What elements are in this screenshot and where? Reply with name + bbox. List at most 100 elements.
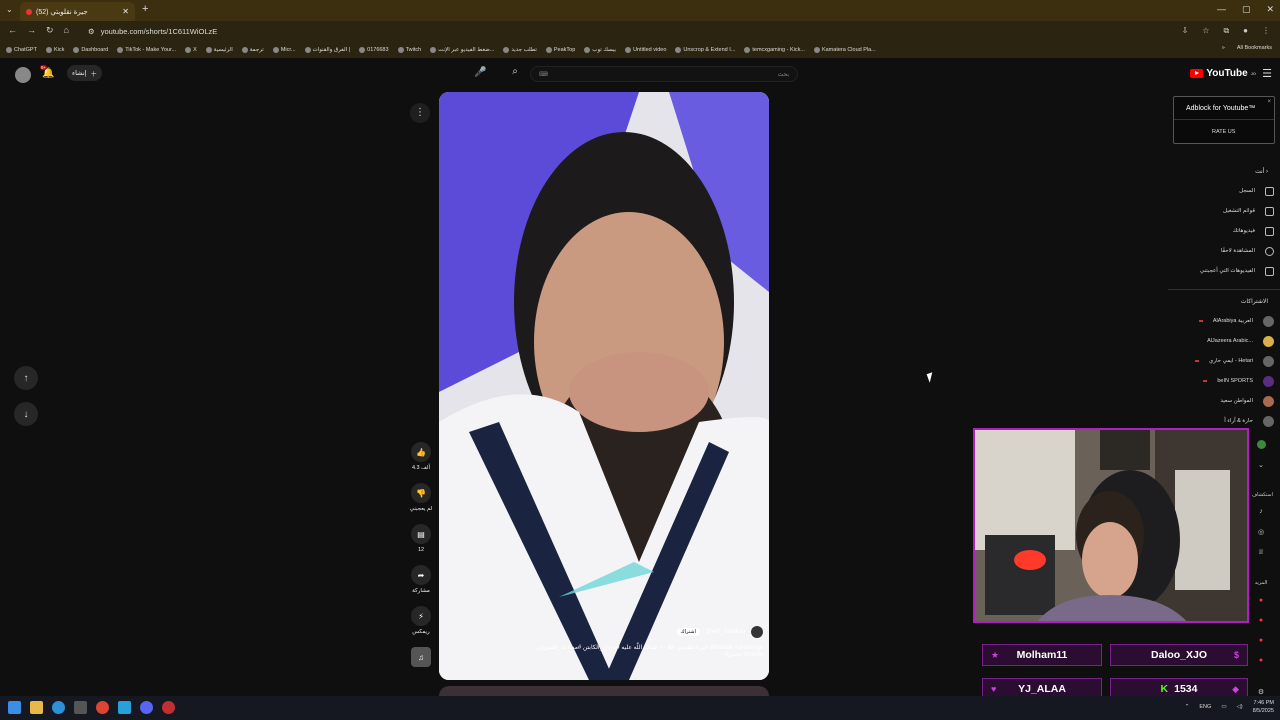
create-button[interactable]: إنشاء ＋ [67,65,102,81]
sidebar-sub-green-avatar[interactable] [1252,440,1270,451]
bookmark-item[interactable]: Dashboard [73,47,108,53]
comments-icon[interactable]: ▤ [411,524,431,544]
bookmark-item[interactable]: X [185,47,197,53]
channel-handle[interactable]: @AR_Shaikso [706,629,745,635]
bookmark-item[interactable]: Unscrop & Extend I... [675,47,735,53]
sidebar-item-your-videos[interactable]: فيديوهاتك [1168,221,1280,241]
bookmark-star-icon[interactable]: ☆ [1202,26,1209,36]
profile-icon[interactable]: ● [1243,26,1248,36]
bookmark-item[interactable]: ChatGPT [6,47,37,53]
short-hashtags[interactable]: #تحدي #shorts [528,651,763,658]
short-video-player[interactable] [439,92,769,680]
youtube-premium-icon[interactable]: ● [1252,597,1270,604]
gaming-icon[interactable]: ◎ [1252,528,1270,536]
sidebar-sub-1[interactable]: AlJazeera Arabic... [1168,331,1280,351]
subscribe-button[interactable]: اشتراك [676,628,700,636]
account-avatar[interactable] [15,67,31,83]
bookmark-item[interactable]: TikTok - Make Your... [117,47,176,53]
obs-icon[interactable] [162,701,175,714]
bookmarks-overflow-icon[interactable]: » [1222,45,1225,51]
store-icon[interactable] [74,701,87,714]
all-bookmarks-link[interactable]: All Bookmarks [1237,45,1272,51]
bookmark-item[interactable]: Kick [45,47,64,53]
sidebar-sub-0[interactable]: AlArabiya العربية [1168,311,1280,331]
close-window-icon[interactable]: ✕ [1266,4,1274,15]
sidebar-sub-4[interactable]: المواطن سعيد [1168,391,1280,411]
chrome-icon[interactable] [96,701,109,714]
home-icon[interactable]: ⌂ [64,25,69,36]
reload-icon[interactable]: ↻ [46,25,54,36]
file-explorer-icon[interactable] [30,701,43,714]
forward-icon[interactable]: → [27,25,36,36]
bookmark-item[interactable]: ضغط الفيديو عبر الإنت... [430,47,494,53]
voice-search-icon[interactable]: 🎤 [474,67,486,78]
search-icon[interactable]: ⌕ [504,66,526,82]
bookmark-item[interactable]: Untitled video [625,47,666,53]
volume-icon[interactable]: ◁) [1237,704,1243,710]
tab-search-icon[interactable]: ⌄ [6,5,13,14]
sidebar-item-watch-later[interactable]: المشاهدة لاحقًا [1168,241,1280,261]
new-tab-icon[interactable]: + [142,3,148,15]
bookmark-item[interactable]: 0176683 [359,47,389,53]
youtube-kids-icon[interactable]: ● [1252,657,1270,664]
search-input[interactable]: ⌨ بحث [530,66,798,82]
sidebar-item-playlists[interactable]: قوائم التشغيل [1168,201,1280,221]
bookmark-item[interactable]: temcxgaming - Kick... [744,47,805,53]
bookmark-item[interactable]: Twitch [397,47,421,53]
sidebar-item-liked[interactable]: الفيديوهات التي أعجبتني [1168,261,1280,281]
url-field[interactable]: ⚙ youtube.com/shorts/1C611WiOLzE [82,24,1162,39]
bookmark-item[interactable]: Kamatera Cloud Pla... [813,47,876,53]
language-indicator[interactable]: ENG [1199,704,1211,710]
tray-overflow-icon[interactable]: ⌃ [1185,704,1190,710]
remix-icon[interactable]: ⚡ [411,606,431,626]
youtube-logo[interactable]: YouTube JO [1190,68,1256,79]
youtube-studio-icon[interactable]: ● [1252,617,1270,624]
sidebar-sub-3[interactable]: beIN SPORTS [1168,371,1280,391]
guide-menu-icon[interactable]: ☰ [1262,67,1272,80]
bookmark-item[interactable]: بيسك توب [584,47,616,53]
bookmark-item[interactable]: PeakTop [545,47,575,53]
tab-close-icon[interactable]: ✕ [122,7,129,16]
sidebar-item-history[interactable]: السجل [1168,181,1280,201]
site-info-icon[interactable]: ⚙ [88,27,95,36]
edge-icon[interactable] [52,701,65,714]
you-section-header[interactable]: أنت › [1168,168,1280,175]
browser-tab-active[interactable]: جيرة نقلوبتي (52) ✕ [20,2,135,21]
settings-gear-icon[interactable]: ⚙ [1252,688,1270,696]
sound-thumbnail-icon[interactable]: ♫ [411,647,431,667]
dislike-icon[interactable]: 👎 [411,483,431,503]
network-icon[interactable]: ▭ [1221,704,1226,710]
browser-menu-icon[interactable]: ⋮ [1262,26,1270,36]
next-short-button[interactable]: ↓ [14,402,38,426]
app-icon[interactable] [118,701,131,714]
bookmark-item[interactable]: ترجمة [241,47,264,53]
channel-avatar[interactable] [751,626,763,638]
bookmark-item[interactable]: Micr... [272,47,296,53]
bookmark-item[interactable]: الفرق والقنوات | [304,47,350,53]
trophy-icon[interactable]: ♕ [1252,548,1270,556]
notifications-bell-icon[interactable]: 🔔 9+ [40,65,54,80]
subscriptions-header[interactable]: الاشتراكات [1168,298,1280,305]
show-more-chevron-icon[interactable]: ⌄ [1252,461,1270,469]
extensions-icon[interactable]: ⧉ [1223,26,1229,36]
adblock-close-icon[interactable]: × [1267,99,1271,105]
keyboard-icon[interactable]: ⌨ [539,71,548,78]
sidebar-sub-2[interactable]: ايمي حاري - Hetari [1168,351,1280,371]
bookmark-item[interactable]: الرئيسية [205,47,233,53]
youtube-music-icon[interactable]: ● [1252,637,1270,644]
share-icon[interactable]: ➦ [411,565,431,585]
adblock-rate-button[interactable]: RATE US [1212,129,1235,135]
back-icon[interactable]: ← [8,25,17,36]
music-icon[interactable]: ♪ [1252,508,1270,515]
bookmark-item[interactable]: تطلب جديد [503,47,537,53]
maximize-icon[interactable]: ▢ [1242,4,1251,15]
windows-start-icon[interactable] [8,701,21,714]
install-icon[interactable]: ⇩ [1182,26,1189,36]
short-more-options-icon[interactable]: ⋮ [410,103,430,123]
taskbar-clock[interactable]: 7:46 PM 8/5/2025 [1253,699,1274,715]
like-icon[interactable]: 👍 [411,442,431,462]
previous-short-button[interactable]: ↑ [14,366,38,390]
discord-icon[interactable] [140,701,153,714]
next-short-preview[interactable] [439,686,769,696]
minimize-icon[interactable]: — [1217,4,1226,15]
